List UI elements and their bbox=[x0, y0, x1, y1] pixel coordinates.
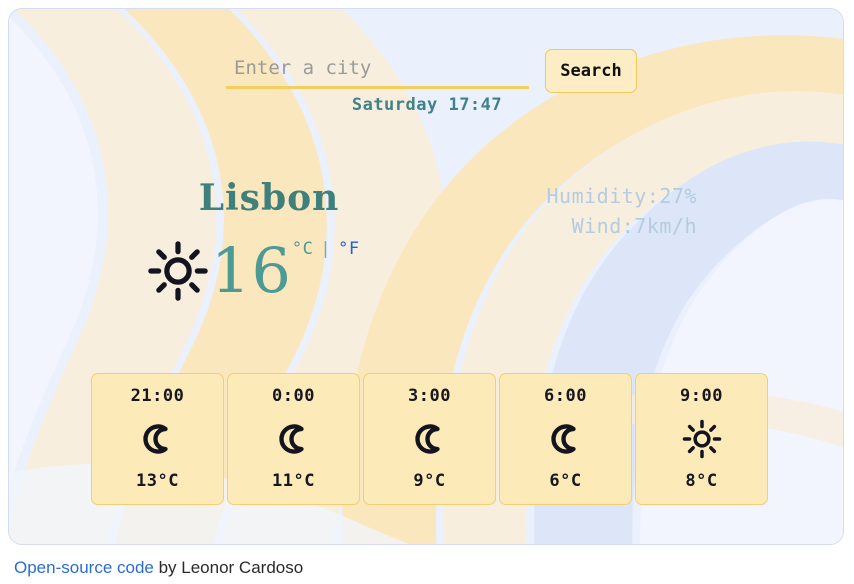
forecast-card: 21:00 13°C bbox=[91, 373, 224, 505]
unit-separator: | bbox=[320, 239, 332, 259]
forecast-temp: 11°C bbox=[272, 471, 315, 491]
moon-icon bbox=[142, 423, 168, 454]
current-conditions: Humidity:27% Wind:7km/h bbox=[429, 181, 697, 241]
forecast-time: 3:00 bbox=[408, 386, 451, 406]
footer-author-text: by Leonor Cardoso bbox=[153, 558, 304, 577]
wind-value: Wind:7km/h bbox=[571, 214, 697, 238]
moon-icon bbox=[414, 423, 440, 454]
weather-app-card: Search Saturday 17:47 Lisbon 16 °C | °F bbox=[8, 8, 844, 545]
moon-icon bbox=[278, 423, 304, 454]
search-button[interactable]: Search bbox=[545, 49, 637, 93]
forecast-temp: 9°C bbox=[413, 471, 446, 491]
celsius-unit-link[interactable]: °C bbox=[292, 239, 313, 259]
sun-icon bbox=[682, 419, 721, 458]
hourly-forecast-strip: 21:00 13°C 0:00 11°C 3:00 9°C 6:00 6°C 9… bbox=[91, 373, 771, 505]
current-datetime: Saturday 17:47 bbox=[351, 95, 503, 115]
page-footer: Open-source code by Leonor Cardoso bbox=[14, 558, 303, 578]
moon-icon bbox=[550, 423, 576, 454]
forecast-temp: 8°C bbox=[685, 471, 718, 491]
forecast-temp: 13°C bbox=[136, 471, 179, 491]
fahrenheit-unit-link[interactable]: °F bbox=[338, 239, 359, 259]
humidity-value: Humidity:27% bbox=[546, 184, 697, 208]
forecast-card: 0:00 11°C bbox=[227, 373, 360, 505]
forecast-time: 9:00 bbox=[680, 386, 723, 406]
forecast-card: 9:00 8°C bbox=[635, 373, 768, 505]
forecast-temp: 6°C bbox=[549, 471, 582, 491]
forecast-card: 3:00 9°C bbox=[363, 373, 496, 505]
open-source-code-link[interactable]: Open-source code bbox=[14, 558, 154, 577]
forecast-time: 6:00 bbox=[544, 386, 587, 406]
temperature-value: 16 bbox=[211, 234, 292, 307]
unit-toggle: °C | °F bbox=[292, 239, 360, 259]
city-name: Lisbon bbox=[198, 177, 340, 219]
forecast-time: 0:00 bbox=[272, 386, 315, 406]
forecast-time: 21:00 bbox=[130, 386, 185, 406]
forecast-card: 6:00 6°C bbox=[499, 373, 632, 505]
sun-icon bbox=[148, 241, 208, 301]
current-temperature-block: 16 °C | °F bbox=[147, 231, 360, 311]
search-input[interactable] bbox=[226, 53, 529, 89]
